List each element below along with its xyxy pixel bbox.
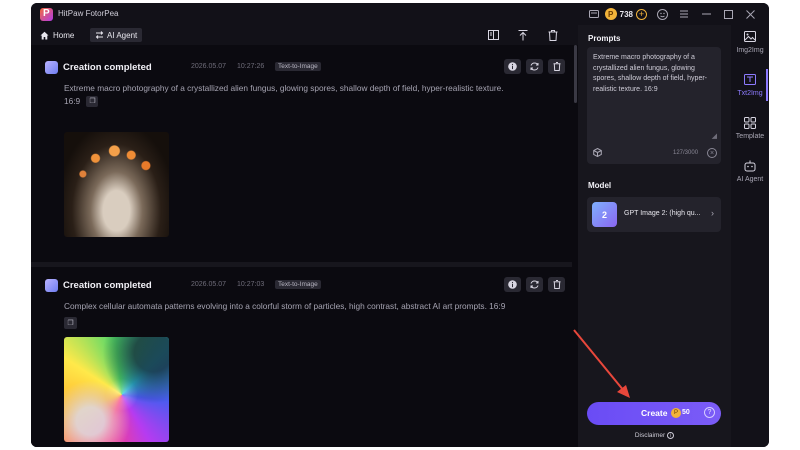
creation-title: Creation completed bbox=[63, 62, 152, 73]
robot-icon bbox=[731, 160, 769, 174]
copy-icon[interactable]: ❐ bbox=[64, 317, 77, 329]
menu-icon[interactable] bbox=[673, 6, 695, 22]
compare-icon[interactable] bbox=[485, 27, 501, 43]
disclaimer-link[interactable]: Disclaimer i bbox=[578, 432, 731, 439]
home-button[interactable]: Home bbox=[40, 28, 74, 42]
rail-item-ai-agent[interactable]: AI Agent bbox=[731, 160, 769, 192]
info-icon bbox=[508, 62, 517, 71]
text-image-icon bbox=[731, 74, 769, 88]
rail-item-txt2img[interactable]: Txt2Img bbox=[731, 74, 769, 106]
feed-scrollbar[interactable] bbox=[574, 45, 577, 103]
cube-icon[interactable] bbox=[593, 147, 602, 159]
create-label: Create bbox=[641, 408, 668, 418]
ai-agent-label: AI Agent bbox=[107, 30, 138, 40]
app-window: P HitPaw FotorPea P 738 + Home AI Agent … bbox=[31, 3, 769, 447]
trash-icon[interactable] bbox=[545, 27, 561, 43]
coin-icon: P bbox=[604, 8, 617, 20]
card-actions bbox=[504, 59, 565, 74]
swap-icon bbox=[95, 31, 104, 39]
create-button[interactable]: Create P 50 ? bbox=[587, 402, 721, 425]
rail-label: Txt2Img bbox=[737, 90, 763, 97]
scroll-top-icon[interactable] bbox=[515, 27, 531, 43]
home-label: Home bbox=[53, 30, 75, 40]
creation-ratio: 16:9 bbox=[64, 96, 81, 106]
model-icon: 2 bbox=[592, 202, 617, 227]
creation-prompt: Extreme macro photography of a crystalli… bbox=[64, 82, 564, 108]
card-actions bbox=[504, 277, 565, 292]
creation-prompt: Complex cellular automata patterns evolv… bbox=[64, 301, 506, 311]
screen-icon[interactable] bbox=[583, 6, 605, 22]
clear-icon[interactable]: × bbox=[707, 148, 717, 158]
help-icon[interactable]: ? bbox=[704, 407, 715, 418]
info-icon bbox=[508, 280, 517, 289]
info-button[interactable] bbox=[504, 59, 521, 74]
creation-feed: Creation completed 2026.05.07 10:27:26 T… bbox=[31, 45, 578, 447]
model-label: Model bbox=[588, 181, 612, 190]
trash-icon bbox=[553, 280, 560, 289]
model-selector[interactable]: 2 GPT Image 2: (high qu... › bbox=[587, 197, 721, 232]
chevron-right-icon: › bbox=[711, 208, 714, 218]
app-logo: P bbox=[40, 8, 53, 21]
creation-avatar-icon bbox=[45, 279, 58, 292]
account-icon[interactable] bbox=[651, 6, 673, 22]
tool-rail: Img2Img Txt2Img Template AI Agent bbox=[731, 25, 769, 447]
image-icon bbox=[731, 31, 769, 45]
generation-panel: Prompts Extreme macro photography of a c… bbox=[578, 25, 731, 447]
info-icon: i bbox=[667, 432, 675, 439]
refresh-icon bbox=[530, 62, 539, 71]
add-credits-icon[interactable]: + bbox=[636, 8, 647, 20]
prompts-label: Prompts bbox=[588, 34, 621, 43]
rail-label: Template bbox=[735, 133, 765, 140]
delete-button[interactable] bbox=[548, 277, 565, 292]
coin-icon: P bbox=[671, 408, 681, 418]
delete-button[interactable] bbox=[548, 59, 565, 74]
model-name: GPT Image 2: (high qu... bbox=[624, 210, 701, 217]
generated-image-thumbnail[interactable] bbox=[64, 337, 169, 442]
home-icon bbox=[40, 31, 49, 39]
maximize-icon[interactable] bbox=[717, 6, 739, 22]
grid-icon bbox=[731, 117, 769, 131]
creation-tag: Text-to-Image bbox=[275, 280, 321, 289]
creation-card: Creation completed 2026.05.07 10:27:03 T… bbox=[31, 267, 572, 447]
creation-avatar-icon bbox=[45, 61, 58, 74]
regenerate-button[interactable] bbox=[526, 277, 543, 292]
active-indicator bbox=[766, 69, 768, 101]
minimize-icon[interactable] bbox=[695, 6, 717, 22]
app-title: HitPaw FotorPea bbox=[58, 9, 119, 18]
credits-count: 738 bbox=[619, 9, 633, 19]
create-cost: 50 bbox=[682, 409, 690, 416]
disclaimer-label: Disclaimer bbox=[634, 432, 666, 440]
regenerate-button[interactable] bbox=[526, 59, 543, 74]
nav-bar: Home AI Agent bbox=[31, 25, 578, 45]
rail-item-img2img[interactable]: Img2Img bbox=[731, 31, 769, 63]
trash-icon bbox=[553, 62, 560, 71]
creation-tag: Text-to-Image bbox=[275, 62, 321, 71]
credits-display[interactable]: P 738 + bbox=[604, 8, 647, 20]
creation-date: 2026.05.07 bbox=[191, 281, 227, 288]
rail-item-template[interactable]: Template bbox=[731, 117, 769, 149]
rail-label: Img2Img bbox=[736, 47, 764, 54]
creation-title: Creation completed bbox=[63, 280, 152, 291]
prompt-box[interactable]: Extreme macro photography of a crystalli… bbox=[587, 47, 721, 164]
prompt-input[interactable]: Extreme macro photography of a crystalli… bbox=[593, 53, 717, 95]
copy-icon[interactable]: ❐ bbox=[86, 96, 99, 108]
generated-image-thumbnail[interactable] bbox=[64, 132, 169, 237]
close-icon[interactable] bbox=[739, 6, 761, 22]
creation-prompt-text: Extreme macro photography of a crystalli… bbox=[64, 83, 504, 93]
creation-card: Creation completed 2026.05.07 10:27:26 T… bbox=[31, 45, 572, 262]
title-bar: P HitPaw FotorPea P 738 + bbox=[31, 3, 769, 25]
character-count: 127/3000 bbox=[673, 150, 699, 156]
creation-time: 10:27:03 bbox=[237, 281, 265, 288]
creation-time: 10:27:26 bbox=[237, 63, 265, 70]
info-button[interactable] bbox=[504, 277, 521, 292]
refresh-icon bbox=[530, 280, 539, 289]
ai-agent-tab[interactable]: AI Agent bbox=[90, 28, 143, 42]
rail-label: AI Agent bbox=[736, 176, 764, 183]
resize-handle-icon[interactable]: ◢ bbox=[712, 132, 717, 140]
creation-date: 2026.05.07 bbox=[191, 63, 227, 70]
